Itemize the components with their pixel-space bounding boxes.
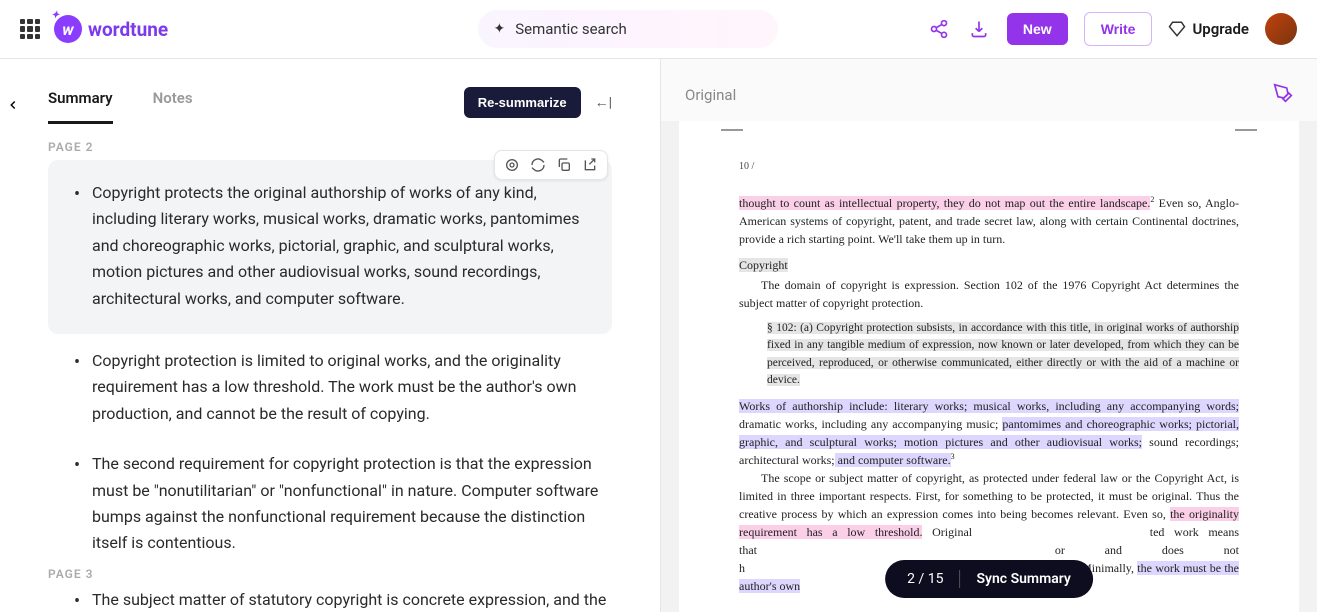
app-header: w wordtune ✦ Semantic search New Write U… xyxy=(0,0,1317,59)
tabs: Summary Notes xyxy=(48,89,193,124)
sparkle-icon: ✦ xyxy=(494,21,506,37)
export-icon[interactable] xyxy=(581,156,599,174)
page-number-top: 10 / xyxy=(739,159,1239,174)
insert-left-icon[interactable]: ←| xyxy=(595,94,612,111)
target-icon[interactable] xyxy=(503,156,521,174)
original-panel: Original 10 / thought to count as intell… xyxy=(661,59,1317,612)
bullet-item: The second requirement for copyright pro… xyxy=(70,451,612,557)
bullet-item: The subject matter of statutory copyrigh… xyxy=(70,587,612,612)
original-title: Original xyxy=(685,86,736,104)
resummarize-button[interactable]: Re-summarize xyxy=(464,87,581,118)
apps-menu-icon[interactable] xyxy=(20,19,40,39)
write-button[interactable]: Write xyxy=(1084,12,1153,46)
summary-card: Copyright protects the original authorsh… xyxy=(48,160,612,334)
card-toolbar xyxy=(494,150,608,180)
search-placeholder: Semantic search xyxy=(515,20,627,38)
upgrade-link[interactable]: Upgrade xyxy=(1168,20,1249,38)
sync-summary-button[interactable]: Sync Summary xyxy=(976,571,1070,587)
summary-scroll[interactable]: PAGE 2 Copyright protects the original a… xyxy=(0,126,660,612)
current-page: 2 / 15 xyxy=(907,571,943,587)
search-input[interactable]: ✦ Semantic search xyxy=(478,10,778,48)
brand-name: wordtune xyxy=(88,18,168,41)
tab-notes[interactable]: Notes xyxy=(153,89,193,124)
sync-pill: 2 / 15 Sync Summary xyxy=(885,560,1093,598)
download-icon[interactable] xyxy=(967,17,991,41)
copy-icon[interactable] xyxy=(555,156,573,174)
document-page: 10 / thought to count as intellectual pr… xyxy=(679,121,1299,612)
summary-panel: Summary Notes Re-summarize ←| PAGE 2 Cop… xyxy=(0,59,661,612)
refresh-icon[interactable] xyxy=(529,156,547,174)
document-viewer[interactable]: 10 / thought to count as intellectual pr… xyxy=(661,121,1317,612)
new-button[interactable]: New xyxy=(1007,13,1068,45)
brand-logo[interactable]: w wordtune xyxy=(54,15,168,43)
page-label: PAGE 3 xyxy=(48,567,612,581)
share-icon[interactable] xyxy=(927,17,951,41)
back-icon[interactable] xyxy=(6,97,20,116)
tab-summary[interactable]: Summary xyxy=(48,89,113,124)
avatar[interactable] xyxy=(1265,13,1297,45)
highlight-icon[interactable] xyxy=(1273,83,1293,107)
diamond-icon xyxy=(1168,20,1186,38)
bullet-item: Copyright protects the original authorsh… xyxy=(70,180,590,312)
bullet-item: Copyright protection is limited to origi… xyxy=(70,348,612,427)
